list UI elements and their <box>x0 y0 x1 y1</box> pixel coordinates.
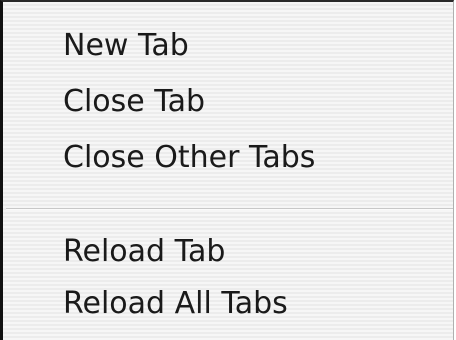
menu-item-reload-tab[interactable]: Reload Tab <box>63 232 225 272</box>
menu-item-reload-all-tabs[interactable]: Reload All Tabs <box>63 284 288 324</box>
menu-item-close-tab[interactable]: Close Tab <box>63 82 205 122</box>
tab-context-menu: New Tab Close Tab Close Other Tabs Reloa… <box>0 0 454 340</box>
menu-item-new-tab[interactable]: New Tab <box>63 26 189 66</box>
menu-separator <box>6 208 453 210</box>
menu-item-close-other-tabs[interactable]: Close Other Tabs <box>63 138 315 178</box>
